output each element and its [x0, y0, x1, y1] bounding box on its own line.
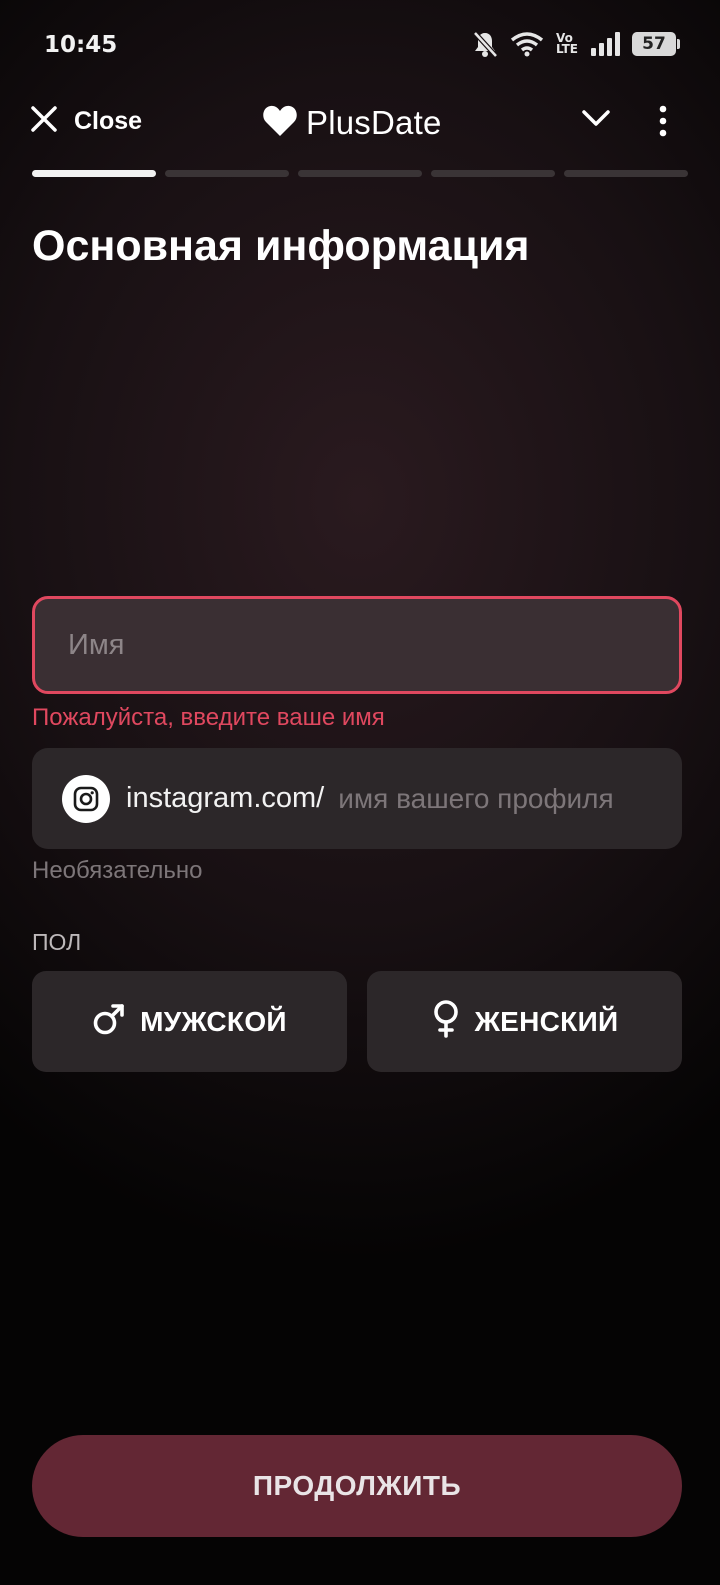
top-navigation: Close PlusDate [0, 95, 720, 155]
gender-female-label: ЖЕНСКИЙ [474, 1005, 619, 1037]
close-button[interactable]: Close [30, 105, 142, 138]
heart-logo-icon [262, 103, 298, 142]
close-icon [30, 105, 58, 138]
more-menu-button[interactable] [654, 105, 672, 142]
name-input[interactable] [68, 628, 679, 662]
bell-muted-icon [472, 30, 498, 58]
volte-icon: Vo LTE [555, 32, 578, 56]
status-icons: Vo LTE 57 [472, 30, 680, 58]
name-error-message: Пожалуйста, введите ваше имя [32, 704, 385, 731]
continue-button[interactable]: ПРОДОЛЖИТЬ [32, 1435, 682, 1537]
wifi-icon [510, 31, 544, 57]
progress-segment-4 [431, 170, 555, 177]
step-progress [32, 170, 688, 178]
instagram-hint: Необязательно [32, 857, 203, 884]
instagram-input[interactable] [338, 782, 682, 815]
chevron-down-icon [582, 110, 610, 131]
brand-logo: PlusDate [262, 103, 442, 142]
female-symbol-icon [431, 1000, 461, 1043]
page-title: Основная информация [32, 222, 530, 270]
name-field[interactable] [32, 596, 682, 694]
battery-level: 57 [642, 34, 666, 54]
gender-male-button[interactable]: МУЖСКОЙ [32, 971, 347, 1072]
progress-segment-3 [298, 170, 422, 177]
gender-male-label: МУЖСКОЙ [140, 1005, 287, 1037]
instagram-field[interactable]: instagram.com/ [32, 748, 682, 849]
instagram-icon [62, 774, 110, 823]
status-bar: 10:45 Vo LTE 57 [0, 0, 720, 90]
continue-label: ПРОДОЛЖИТЬ [252, 1470, 462, 1501]
instagram-prefix: instagram.com/ [126, 782, 325, 814]
progress-segment-5 [564, 170, 688, 177]
progress-segment-2 [165, 170, 289, 177]
chevron-down-button[interactable] [582, 109, 610, 132]
gender-label: ПОЛ [32, 929, 82, 955]
battery-icon: 57 [632, 32, 680, 56]
status-time: 10:45 [44, 32, 118, 58]
progress-segment-1 [32, 170, 156, 177]
brand-name: PlusDate [306, 103, 442, 141]
more-vertical-icon [654, 105, 672, 141]
male-symbol-icon [92, 1002, 126, 1041]
gender-options: МУЖСКОЙ ЖЕНСКИЙ [32, 971, 682, 1072]
close-label: Close [74, 107, 143, 135]
volte-line2: LTE [555, 42, 578, 56]
gender-female-button[interactable]: ЖЕНСКИЙ [367, 971, 682, 1072]
signal-icon [590, 32, 620, 56]
